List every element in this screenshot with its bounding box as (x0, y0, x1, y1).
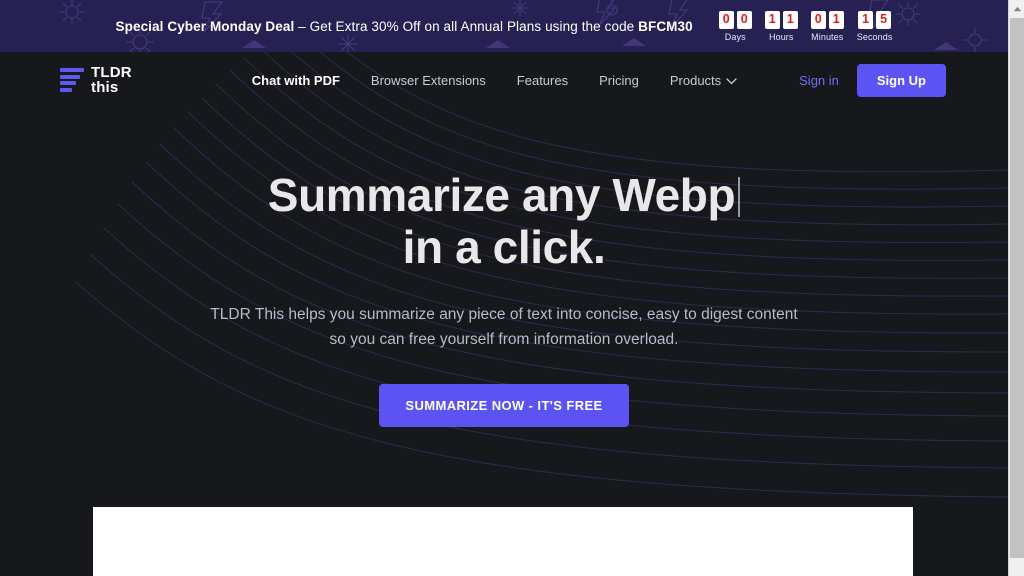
sign-in-link[interactable]: Sign in (799, 73, 839, 88)
countdown-unit-minutes: 0 1 Minutes (810, 10, 844, 42)
countdown-seconds-label: Seconds (856, 31, 893, 42)
hero-subheading: TLDR This helps you summarize any piece … (0, 302, 1008, 353)
logo-wordmark: TLDR this (91, 63, 132, 96)
nav-item-pricing[interactable]: Pricing (599, 73, 639, 88)
countdown-minutes-digits: 0 1 (810, 10, 844, 29)
promo-code: BFCM30 (638, 18, 693, 34)
site-navbar: TLDR this Chat with PDF Browser Extensio… (0, 52, 1008, 108)
nav-item-products[interactable]: Products (670, 73, 737, 88)
scrollbar-thumb[interactable] (1010, 18, 1024, 558)
stacked-bars-icon (60, 68, 84, 92)
countdown-days-digits: 0 0 (718, 10, 752, 29)
hero-section: TLDR this Chat with PDF Browser Extensio… (0, 52, 1008, 576)
sign-up-button[interactable]: Sign Up (856, 63, 946, 97)
countdown-hours-digit-2: 1 (782, 10, 798, 29)
promo-body: – Get Extra 30% Off on all Annual Plans … (294, 18, 639, 34)
countdown-hours-digits: 1 1 (764, 10, 798, 29)
countdown-minutes-label: Minutes (811, 31, 844, 42)
countdown-seconds-digit-2: 5 (876, 10, 892, 29)
site-logo[interactable]: TLDR this (60, 63, 132, 96)
hero-subheading-line-1: TLDR This helps you summarize any piece … (210, 305, 798, 323)
countdown-days-digit-1: 0 (718, 10, 734, 29)
countdown-seconds-digits: 1 5 (858, 10, 892, 29)
hero-subheading-line-2: so you can free yourself from informatio… (329, 331, 679, 349)
hero-cta-wrapper: SUMMARIZE NOW - IT'S FREE (0, 384, 1008, 428)
countdown-minutes-digit-2: 1 (828, 10, 844, 29)
typing-cursor (738, 177, 741, 217)
content-panel[interactable] (93, 507, 913, 576)
hero-headline-line-1: Summarize any Webp (267, 169, 736, 221)
nav-links: Chat with PDF Browser Extensions Feature… (252, 73, 737, 88)
countdown-seconds-digit-1: 1 (858, 10, 874, 29)
nav-item-browser-extensions[interactable]: Browser Extensions (371, 73, 486, 88)
countdown-unit-hours: 1 1 Hours (764, 10, 798, 42)
countdown-days-label: Days (724, 31, 746, 42)
hero-headline-line-2: in a click. (402, 220, 606, 273)
chevron-down-icon (726, 73, 737, 88)
vertical-scrollbar[interactable] (1008, 0, 1024, 576)
nav-item-chat-with-pdf[interactable]: Chat with PDF (252, 73, 340, 88)
promo-headline: Special Cyber Monday Deal (115, 18, 295, 34)
countdown-hours-label: Hours (768, 31, 794, 42)
nav-item-products-label: Products (669, 72, 722, 88)
summarize-now-button[interactable]: SUMMARIZE NOW - IT'S FREE (379, 384, 629, 428)
nav-auth-actions: Sign in Sign Up (799, 63, 946, 97)
logo-line-2: this (91, 79, 119, 96)
countdown-unit-seconds: 1 5 Seconds (856, 10, 893, 42)
promo-banner[interactable]: Special Cyber Monday Deal – Get Extra 30… (0, 0, 1008, 52)
nav-item-features[interactable]: Features (517, 73, 568, 88)
hero-content: Summarize any Webp in a click. TLDR This… (0, 108, 1008, 428)
page-viewport: Special Cyber Monday Deal – Get Extra 30… (0, 0, 1008, 576)
countdown-unit-days: 0 0 Days (718, 10, 752, 42)
promo-message: Special Cyber Monday Deal – Get Extra 30… (116, 19, 693, 34)
countdown-days-digit-2: 0 (736, 10, 752, 29)
countdown-hours-digit-1: 1 (764, 10, 780, 29)
countdown-timer: 0 0 Days 1 1 Hours 0 1 Minutes 1 5 Secon… (718, 10, 893, 42)
hero-headline: Summarize any Webp in a click. (0, 169, 1008, 274)
scroll-up-arrow-icon[interactable] (1009, 0, 1024, 17)
logo-line-1: TLDR (91, 63, 132, 81)
countdown-minutes-digit-1: 0 (810, 10, 826, 29)
browser-page: Special Cyber Monday Deal – Get Extra 30… (0, 0, 1024, 576)
